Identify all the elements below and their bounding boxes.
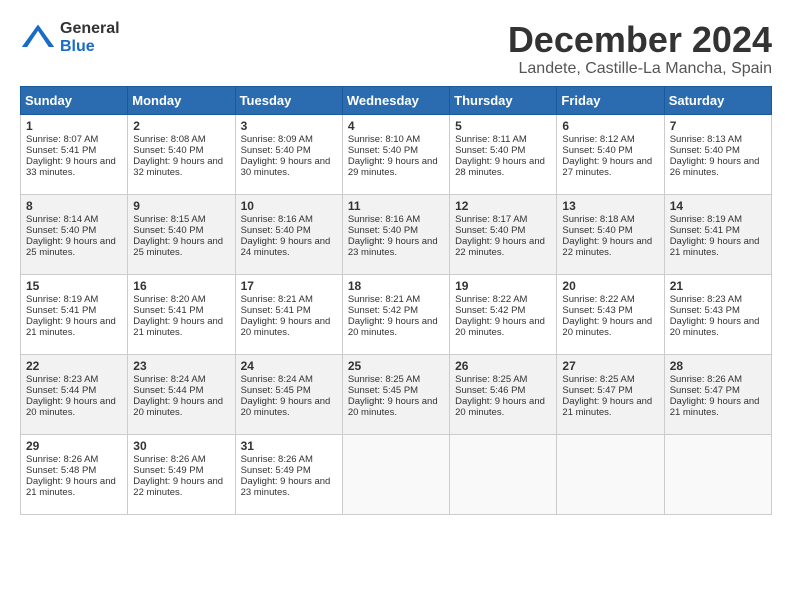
- table-row: 26 Sunrise: 8:25 AMSunset: 5:46 PMDaylig…: [450, 354, 557, 434]
- table-row: 10 Sunrise: 8:16 AMSunset: 5:40 PMDaylig…: [235, 194, 342, 274]
- table-row: 18 Sunrise: 8:21 AMSunset: 5:42 PMDaylig…: [342, 274, 449, 354]
- day-number: 18: [348, 279, 444, 293]
- day-number: 5: [455, 119, 551, 133]
- day-number: 14: [670, 199, 766, 213]
- table-row: 15 Sunrise: 8:19 AMSunset: 5:41 PMDaylig…: [21, 274, 128, 354]
- title-block: December 2024 Landete, Castille-La Manch…: [508, 20, 772, 78]
- table-row: 3 Sunrise: 8:09 AMSunset: 5:40 PMDayligh…: [235, 114, 342, 194]
- table-row: [664, 434, 771, 514]
- day-number: 28: [670, 359, 766, 373]
- table-row: 12 Sunrise: 8:17 AMSunset: 5:40 PMDaylig…: [450, 194, 557, 274]
- day-number: 22: [26, 359, 122, 373]
- table-row: 9 Sunrise: 8:15 AMSunset: 5:40 PMDayligh…: [128, 194, 235, 274]
- table-row: [450, 434, 557, 514]
- col-wednesday: Wednesday: [342, 86, 449, 114]
- table-row: 30 Sunrise: 8:26 AMSunset: 5:49 PMDaylig…: [128, 434, 235, 514]
- table-row: 5 Sunrise: 8:11 AMSunset: 5:40 PMDayligh…: [450, 114, 557, 194]
- day-number: 8: [26, 199, 122, 213]
- day-number: 31: [241, 439, 337, 453]
- logo: General Blue: [20, 20, 120, 56]
- week-row: 22 Sunrise: 8:23 AMSunset: 5:44 PMDaylig…: [21, 354, 772, 434]
- table-row: 4 Sunrise: 8:10 AMSunset: 5:40 PMDayligh…: [342, 114, 449, 194]
- table-row: 16 Sunrise: 8:20 AMSunset: 5:41 PMDaylig…: [128, 274, 235, 354]
- day-number: 6: [562, 119, 658, 133]
- table-row: [557, 434, 664, 514]
- table-row: 23 Sunrise: 8:24 AMSunset: 5:44 PMDaylig…: [128, 354, 235, 434]
- logo-blue: Blue: [60, 38, 120, 56]
- day-number: 26: [455, 359, 551, 373]
- table-row: 28 Sunrise: 8:26 AMSunset: 5:47 PMDaylig…: [664, 354, 771, 434]
- table-row: 25 Sunrise: 8:25 AMSunset: 5:45 PMDaylig…: [342, 354, 449, 434]
- day-number: 17: [241, 279, 337, 293]
- day-number: 25: [348, 359, 444, 373]
- calendar-title: December 2024: [508, 20, 772, 60]
- table-row: 8 Sunrise: 8:14 AMSunset: 5:40 PMDayligh…: [21, 194, 128, 274]
- table-row: 7 Sunrise: 8:13 AMSunset: 5:40 PMDayligh…: [664, 114, 771, 194]
- week-row: 8 Sunrise: 8:14 AMSunset: 5:40 PMDayligh…: [21, 194, 772, 274]
- table-row: 21 Sunrise: 8:23 AMSunset: 5:43 PMDaylig…: [664, 274, 771, 354]
- day-number: 21: [670, 279, 766, 293]
- col-saturday: Saturday: [664, 86, 771, 114]
- day-number: 1: [26, 119, 122, 133]
- logo-icon: [20, 20, 56, 56]
- day-number: 2: [133, 119, 229, 133]
- table-row: 31 Sunrise: 8:26 AMSunset: 5:49 PMDaylig…: [235, 434, 342, 514]
- day-number: 4: [348, 119, 444, 133]
- page-header: General Blue December 2024 Landete, Cast…: [20, 20, 772, 78]
- day-number: 16: [133, 279, 229, 293]
- table-row: 17 Sunrise: 8:21 AMSunset: 5:41 PMDaylig…: [235, 274, 342, 354]
- col-sunday: Sunday: [21, 86, 128, 114]
- day-number: 27: [562, 359, 658, 373]
- table-row: 11 Sunrise: 8:16 AMSunset: 5:40 PMDaylig…: [342, 194, 449, 274]
- week-row: 1 Sunrise: 8:07 AMSunset: 5:41 PMDayligh…: [21, 114, 772, 194]
- day-number: 30: [133, 439, 229, 453]
- day-number: 15: [26, 279, 122, 293]
- table-row: 14 Sunrise: 8:19 AMSunset: 5:41 PMDaylig…: [664, 194, 771, 274]
- day-number: 9: [133, 199, 229, 213]
- day-number: 19: [455, 279, 551, 293]
- day-number: 13: [562, 199, 658, 213]
- week-row: 29 Sunrise: 8:26 AMSunset: 5:48 PMDaylig…: [21, 434, 772, 514]
- header-row: Sunday Monday Tuesday Wednesday Thursday…: [21, 86, 772, 114]
- logo-text: General Blue: [60, 20, 120, 55]
- col-monday: Monday: [128, 86, 235, 114]
- table-row: 1 Sunrise: 8:07 AMSunset: 5:41 PMDayligh…: [21, 114, 128, 194]
- table-row: 2 Sunrise: 8:08 AMSunset: 5:40 PMDayligh…: [128, 114, 235, 194]
- table-row: 27 Sunrise: 8:25 AMSunset: 5:47 PMDaylig…: [557, 354, 664, 434]
- logo-general: General: [60, 20, 120, 38]
- table-row: 29 Sunrise: 8:26 AMSunset: 5:48 PMDaylig…: [21, 434, 128, 514]
- calendar-subtitle: Landete, Castille-La Mancha, Spain: [508, 60, 772, 78]
- table-row: [342, 434, 449, 514]
- day-number: 7: [670, 119, 766, 133]
- table-row: 6 Sunrise: 8:12 AMSunset: 5:40 PMDayligh…: [557, 114, 664, 194]
- table-row: 20 Sunrise: 8:22 AMSunset: 5:43 PMDaylig…: [557, 274, 664, 354]
- day-number: 24: [241, 359, 337, 373]
- day-number: 3: [241, 119, 337, 133]
- col-tuesday: Tuesday: [235, 86, 342, 114]
- day-number: 11: [348, 199, 444, 213]
- day-number: 29: [26, 439, 122, 453]
- week-row: 15 Sunrise: 8:19 AMSunset: 5:41 PMDaylig…: [21, 274, 772, 354]
- col-thursday: Thursday: [450, 86, 557, 114]
- day-number: 10: [241, 199, 337, 213]
- table-row: 13 Sunrise: 8:18 AMSunset: 5:40 PMDaylig…: [557, 194, 664, 274]
- day-number: 12: [455, 199, 551, 213]
- calendar-table: Sunday Monday Tuesday Wednesday Thursday…: [20, 86, 772, 515]
- day-number: 23: [133, 359, 229, 373]
- table-row: 24 Sunrise: 8:24 AMSunset: 5:45 PMDaylig…: [235, 354, 342, 434]
- day-number: 20: [562, 279, 658, 293]
- table-row: 19 Sunrise: 8:22 AMSunset: 5:42 PMDaylig…: [450, 274, 557, 354]
- col-friday: Friday: [557, 86, 664, 114]
- table-row: 22 Sunrise: 8:23 AMSunset: 5:44 PMDaylig…: [21, 354, 128, 434]
